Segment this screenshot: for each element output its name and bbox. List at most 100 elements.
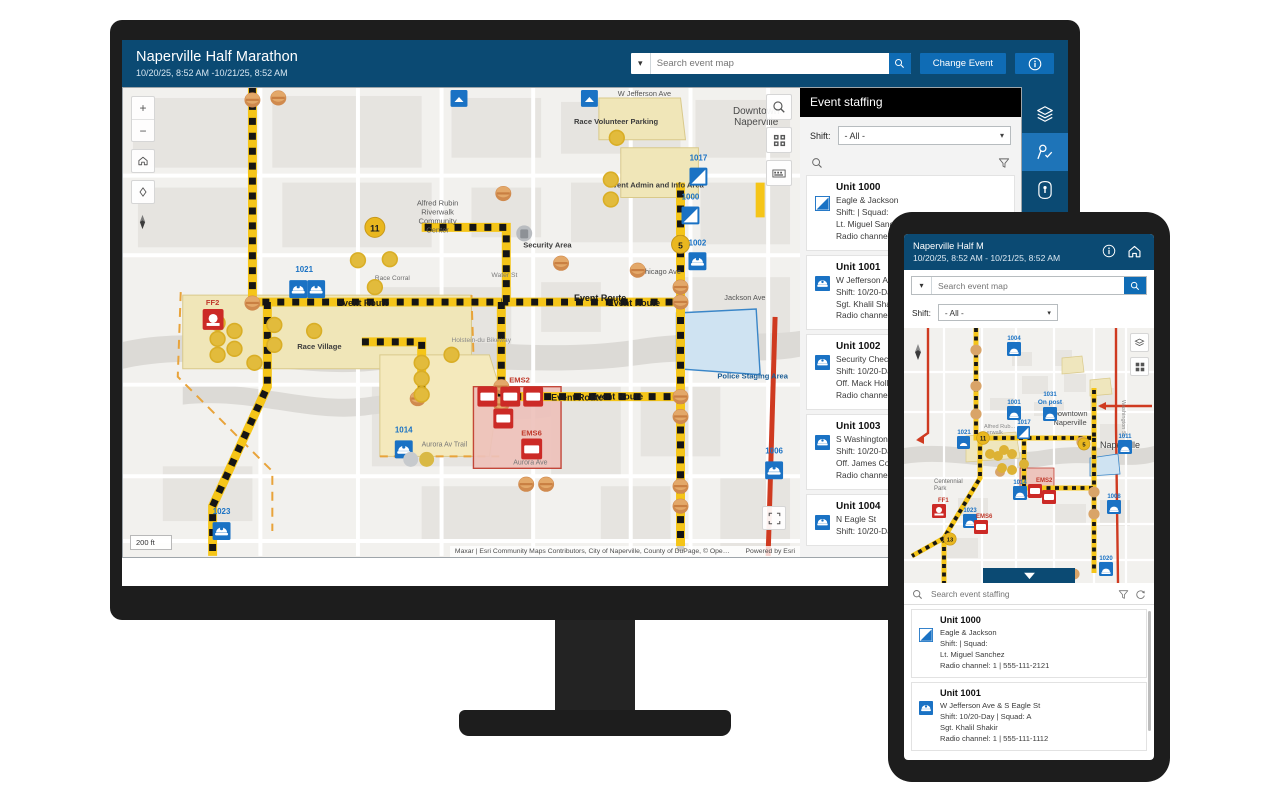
svg-text:1014: 1014 xyxy=(1013,480,1027,486)
svg-text:1021: 1021 xyxy=(957,430,971,436)
legend-icon[interactable] xyxy=(766,160,792,186)
staffing-person-check-icon[interactable] xyxy=(1022,133,1068,171)
tablet-app-header: Naperville Half M 10/20/25, 8:52 AM - 10… xyxy=(904,234,1154,271)
chevron-down-icon xyxy=(1023,572,1035,580)
svg-text:1004: 1004 xyxy=(1007,336,1021,342)
grid-widget-icon[interactable] xyxy=(1130,357,1149,377)
header-actions: ▾ Change Event xyxy=(630,53,1054,74)
svg-text:Alfred Rubin: Alfred Rubin xyxy=(417,198,459,207)
search-icon[interactable] xyxy=(888,53,911,74)
locate-icon[interactable] xyxy=(131,180,155,204)
tablet-panel-scrollbar[interactable] xyxy=(1148,611,1151,732)
zoom-controls[interactable]: + − xyxy=(131,96,155,142)
compass-needle-icon[interactable] xyxy=(131,211,155,233)
svg-text:Event Route: Event Route xyxy=(337,298,389,308)
tablet-staffing-search-input[interactable] xyxy=(929,588,1112,601)
app-header: Naperville Half Marathon 10/20/25, 8:52 … xyxy=(122,40,1068,87)
svg-text:Race Corral: Race Corral xyxy=(375,275,411,282)
flag-symbol-icon xyxy=(815,182,830,243)
zoom-out-button[interactable]: − xyxy=(132,119,154,141)
asset-tag-icon[interactable] xyxy=(1022,171,1068,209)
unit-name: Unit 1000 xyxy=(940,615,981,626)
tablet-title-block: Naperville Half M 10/20/25, 8:52 AM - 10… xyxy=(913,240,1060,263)
tablet-staffing-search-row xyxy=(904,583,1154,606)
svg-text:Aurora Av Trail: Aurora Av Trail xyxy=(422,441,468,448)
tablet-page-title: Naperville Half M xyxy=(913,241,984,251)
zoom-in-button[interactable]: + xyxy=(132,97,154,119)
tablet-shift-row: Shift: - All - ▾ xyxy=(904,301,1154,328)
basemap-icon[interactable] xyxy=(1130,333,1149,353)
map-left-toolbar[interactable]: + − xyxy=(131,96,155,233)
tablet-header-actions xyxy=(1102,244,1145,259)
map-canvas[interactable]: Downtown Naperville Alfred Rubin Riverwa… xyxy=(123,88,800,556)
svg-text:1001: 1001 xyxy=(1007,400,1021,406)
chevron-down-icon[interactable]: ▾ xyxy=(912,277,932,295)
chevron-down-icon: ▾ xyxy=(1047,309,1051,317)
unit-officer: Sgt. Khalil Shakir xyxy=(940,723,998,733)
info-icon[interactable] xyxy=(1015,53,1054,74)
svg-text:Event Admin and Info Area: Event Admin and Info Area xyxy=(608,181,705,190)
svg-text:Jackson Ave: Jackson Ave xyxy=(724,293,765,302)
grid-widget-icon[interactable] xyxy=(766,127,792,153)
list-item[interactable]: Unit 1001 W Jefferson Ave & S Eagle St S… xyxy=(911,682,1147,752)
flag-symbol-icon xyxy=(919,615,934,671)
officer-symbol-icon xyxy=(815,341,830,402)
svg-text:On post: On post xyxy=(1038,399,1063,406)
filter-icon[interactable] xyxy=(1118,589,1129,600)
app-title-block: Naperville Half Marathon 10/20/25, 8:52 … xyxy=(136,49,298,78)
info-icon[interactable] xyxy=(1102,244,1116,259)
search-icon[interactable] xyxy=(811,157,823,169)
event-map[interactable]: Downtown Naperville Alfred Rubin Riverwa… xyxy=(122,87,800,558)
chevron-down-icon[interactable]: ▾ xyxy=(631,53,651,74)
unit-name: Unit 1001 xyxy=(940,688,981,699)
shift-label: Shift: xyxy=(810,130,831,141)
change-event-button[interactable]: Change Event xyxy=(919,53,1006,74)
home-icon[interactable] xyxy=(1127,244,1142,259)
svg-text:Event Route: Event Route xyxy=(591,392,643,402)
tablet-event-daterange: 10/20/25, 8:52 AM - 10/21/25, 8:52 AM xyxy=(913,253,1061,264)
tablet-shift-select[interactable]: - All - ▾ xyxy=(937,304,1058,322)
svg-text:1011: 1011 xyxy=(1118,434,1132,440)
unit-shift: Shift: | Squad: xyxy=(940,639,988,649)
tablet-event-map[interactable]: Downtown Naperville Naperville Centennia… xyxy=(904,328,1154,584)
event-map-search[interactable]: ▾ xyxy=(630,53,911,74)
officer-symbol-icon xyxy=(815,421,830,482)
search-icon[interactable] xyxy=(912,589,923,600)
filter-icon[interactable] xyxy=(998,157,1010,169)
svg-text:Park: Park xyxy=(934,486,947,492)
search-icon[interactable] xyxy=(1124,277,1146,295)
fullscreen-icon[interactable] xyxy=(762,506,786,530)
svg-text:Riverwalk: Riverwalk xyxy=(421,207,454,216)
unit-radio: Radio channel: 1 | 555-111-1112 xyxy=(940,734,1049,744)
tablet-event-map-search[interactable]: ▾ xyxy=(911,276,1147,296)
refresh-icon[interactable] xyxy=(1135,589,1146,600)
tablet-device: Naperville Half M 10/20/25, 8:52 AM - 10… xyxy=(888,212,1170,782)
search-icon[interactable] xyxy=(766,94,792,120)
svg-text:1017: 1017 xyxy=(1017,420,1031,426)
shift-select[interactable]: - All - ▾ xyxy=(837,126,1011,145)
powered-by-esri: Powered by Esri xyxy=(745,548,796,555)
search-input[interactable] xyxy=(650,53,889,74)
svg-text:Center: Center xyxy=(426,225,449,234)
svg-text:Aurora Ave: Aurora Ave xyxy=(513,459,547,466)
shift-filter-row: Shift: - All - ▾ xyxy=(800,117,1021,152)
list-item[interactable]: Unit 1000 Eagle & Jackson Shift: | Squad… xyxy=(911,609,1147,679)
layers-icon[interactable] xyxy=(1022,95,1068,133)
svg-text:1020: 1020 xyxy=(1099,556,1113,562)
monitor-neck xyxy=(555,620,635,715)
map-right-toolbar[interactable] xyxy=(766,94,792,186)
tablet-staffing-unit-list[interactable]: Unit 1000 Eagle & Jackson Shift: | Squad… xyxy=(904,605,1154,760)
shift-select-value: - All - xyxy=(844,130,866,141)
tablet-search-input[interactable] xyxy=(932,277,1124,295)
page-title: Naperville Half Marathon xyxy=(136,48,298,65)
tablet-map-toolbar[interactable] xyxy=(1130,333,1149,377)
svg-text:Washington St: Washington St xyxy=(1120,400,1126,437)
tablet-shift-label: Shift: xyxy=(912,307,931,318)
svg-text:Water St: Water St xyxy=(491,272,517,279)
home-icon[interactable] xyxy=(131,149,155,173)
tablet-map-collapse-button[interactable] xyxy=(983,568,1075,584)
svg-text:W Jefferson Ave: W Jefferson Ave xyxy=(618,89,671,98)
tablet-shift-select-value: - All - xyxy=(944,307,964,318)
svg-text:Police Staging Area: Police Staging Area xyxy=(717,372,788,381)
tablet-map-canvas[interactable]: Downtown Naperville Naperville Centennia… xyxy=(904,328,1154,584)
